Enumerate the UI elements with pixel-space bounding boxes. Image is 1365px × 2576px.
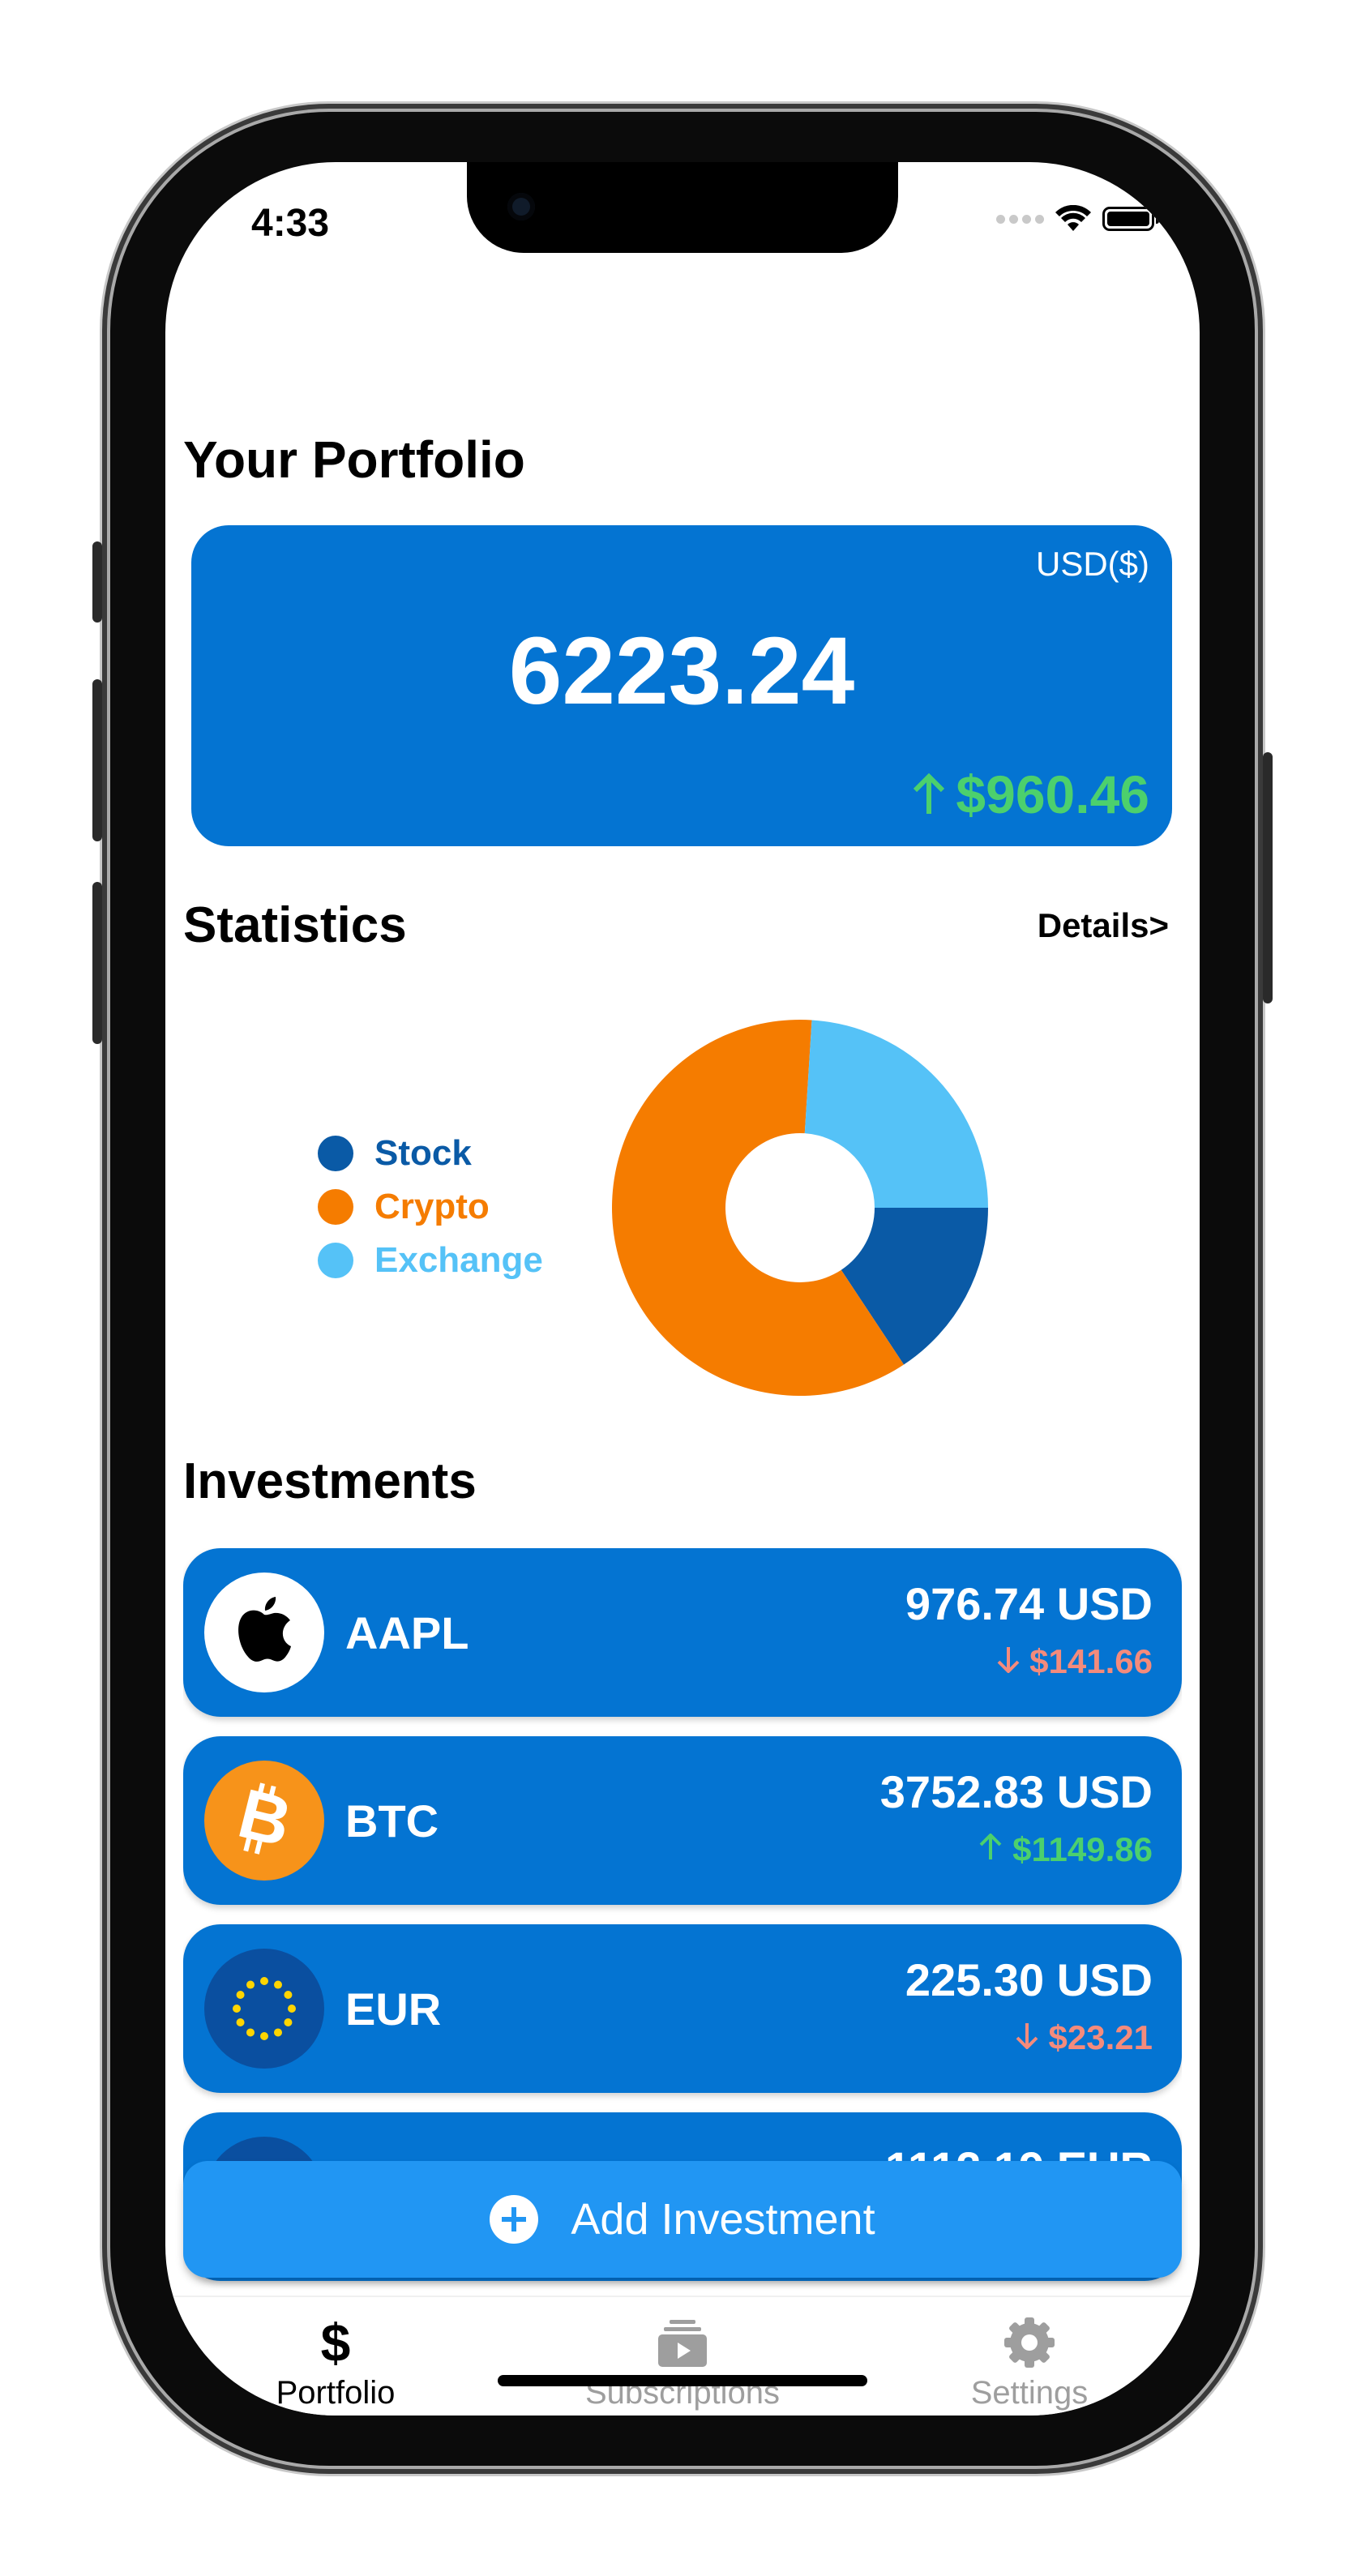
investment-change-value: $141.66 (1029, 1642, 1153, 1680)
statistics-heading: Statistics (183, 897, 407, 953)
apple-icon (204, 1573, 324, 1692)
tab-bar: $ Portfolio Subscriptions Settings (165, 2296, 1200, 2416)
legend-dot (318, 1136, 353, 1171)
legend-dot (318, 1243, 353, 1278)
silent-switch (92, 541, 102, 623)
portfolio-change: $960.46 (910, 764, 1149, 825)
investment-change-value: $1149.86 (1012, 1830, 1153, 1868)
power-button (1263, 752, 1273, 1003)
legend-label: Stock (374, 1133, 472, 1173)
legend-label: Crypto (374, 1187, 490, 1226)
gear-icon (908, 2313, 1151, 2372)
investment-change-value: $23.21 (1048, 2018, 1153, 2056)
portfolio-change-value: $960.46 (956, 764, 1149, 824)
svg-text:B: B (231, 1774, 298, 1862)
cellular-signal-icon (996, 214, 1044, 224)
volume-down-button (92, 882, 102, 1044)
camera-icon (507, 193, 535, 220)
notch (467, 162, 898, 253)
tab-label: Settings (970, 2375, 1089, 2411)
investment-change: $23.21 (1015, 2018, 1153, 2057)
subscriptions-icon (561, 2313, 804, 2372)
status-time: 4:33 (251, 202, 330, 245)
legend-label: Exchange (374, 1240, 543, 1280)
investment-card-eur[interactable]: EUR 225.30 USD $23.21 (183, 1924, 1182, 2093)
eu-flag-icon (204, 1949, 324, 2069)
status-icons (996, 203, 1159, 235)
app-screen: 4:33 Your Portfolio USD($) 6223.24 $960.… (165, 162, 1200, 2416)
investment-symbol: EUR (345, 1983, 442, 2035)
wifi-icon (1055, 205, 1091, 231)
investment-card-btc[interactable]: B BTC 3752.83 USD $1149.86 (183, 1736, 1182, 1905)
tab-label: Portfolio (276, 2375, 396, 2411)
arrow-up-icon (914, 773, 945, 814)
chart-legend: Stock Crypto Exchange (318, 1127, 543, 1287)
battery-icon (1102, 207, 1159, 231)
pie-slice-exchange[interactable] (804, 1020, 988, 1208)
investment-symbol: AAPL (345, 1607, 469, 1658)
tab-portfolio[interactable]: $ Portfolio (214, 2313, 457, 2411)
legend-item-crypto: Crypto (318, 1180, 543, 1234)
legend-item-stock: Stock (318, 1127, 543, 1180)
investments-heading: Investments (183, 1453, 477, 1509)
portfolio-total-card[interactable]: USD($) 6223.24 $960.46 (191, 525, 1172, 846)
tab-settings[interactable]: Settings (908, 2313, 1151, 2411)
legend-dot (318, 1189, 353, 1225)
dollar-icon: $ (320, 2313, 351, 2373)
investment-value: 976.74 USD (905, 1578, 1153, 1629)
portfolio-total-value: 6223.24 (508, 618, 855, 725)
add-investment-label: Add Investment (571, 2195, 875, 2244)
phone-frame: 4:33 Your Portfolio USD($) 6223.24 $960.… (92, 112, 1273, 2466)
home-indicator (498, 2375, 867, 2386)
investment-change: $141.66 (996, 1642, 1153, 1681)
bitcoin-icon: B (204, 1761, 324, 1881)
investment-card-aapl[interactable]: AAPL 976.74 USD $141.66 (183, 1548, 1182, 1717)
arrow-up-icon (980, 1833, 1002, 1859)
arrow-down-icon (1016, 2023, 1038, 2050)
investment-value: 225.30 USD (905, 1954, 1153, 2005)
legend-item-exchange: Exchange (318, 1234, 543, 1287)
tab-subscriptions[interactable]: Subscriptions (561, 2313, 804, 2411)
add-investment-button[interactable]: Add Investment (183, 2161, 1182, 2278)
currency-label[interactable]: USD($) (1036, 545, 1149, 584)
investment-value: 3752.83 USD (879, 1766, 1153, 1817)
plus-circle-icon (490, 2195, 539, 2244)
portfolio-pie-chart[interactable] (610, 1017, 991, 1398)
investment-symbol: BTC (345, 1795, 439, 1846)
details-link[interactable]: Details> (1038, 906, 1169, 945)
investment-change: $1149.86 (978, 1830, 1153, 1869)
page-title: Your Portfolio (183, 430, 525, 489)
volume-up-button (92, 679, 102, 841)
arrow-down-icon (997, 1647, 1019, 1674)
